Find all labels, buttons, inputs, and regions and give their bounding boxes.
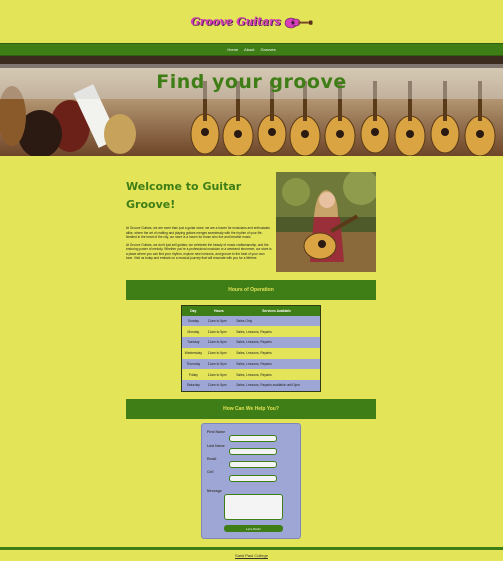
cell-hours: 11am to 5pm [204,347,234,359]
cell-hours: 11am to 5pm [204,337,234,348]
welcome-heading: Welcome to Guitar Groove! [126,180,242,211]
intro-paragraph-1: At Groove Guitars, we are more than just… [126,226,270,239]
main-nav: Home About Grooves [0,43,503,56]
cell-services: Sales, Lessons, Repairs [233,347,321,359]
site-header: Groove Guitars [0,0,503,43]
cell-services: Sales, Lessons, Repairs available until … [233,380,321,392]
header-hours: Hours [204,305,234,316]
contact-form: First Name Last Name Email Cell Message … [201,423,301,539]
guitarist-photo [276,172,376,272]
nav-link-about[interactable]: About [244,47,254,52]
cell-hours: 11am to 5pm [204,315,234,327]
cell-services: Sales Only [233,315,321,327]
hero-title: Find your groove [156,70,347,93]
site-logo[interactable]: Groove Guitars [190,15,313,29]
cell-hours: 11am to 5pm [204,369,234,381]
cell-day: Monday [181,326,205,338]
first-name-label: First Name [207,430,226,434]
cell-services: Sales, Lessons, Repairs [233,369,321,381]
last-name-input[interactable] [229,448,277,455]
intro-paragraph-2: At Groove Guitars, we don't just sell gu… [126,242,272,261]
logo-text: Groove Guitars [190,15,281,28]
header-services: Services Available [233,305,321,316]
cell-day: Friday [181,369,205,381]
submit-button[interactable]: Let's Rock! [224,525,283,532]
cell-input[interactable] [229,475,277,482]
message-textarea[interactable] [224,494,283,520]
table-row: Sunday 11am to 5pm Sales Only [181,315,321,327]
hours-section-title: Hours of Operation [126,280,376,300]
nav-link-grooves[interactable]: Grooves [261,47,276,52]
table-row: Saturday 11am to 5pm Sales, Lessons, Rep… [181,380,321,392]
table-row: Friday 11am to 5pm Sales, Lessons, Repai… [181,369,321,381]
cell-day: Sunday [181,315,205,327]
girl-with-guitar-image [276,172,376,272]
intro-text: At Groove Guitars, we are more than just… [126,226,272,264]
cell-hours: 11am to 5pm [204,380,234,392]
message-label: Message [207,489,222,493]
footer-link[interactable]: Saint Paul College [0,553,503,558]
cell-day: Thursday [181,358,205,370]
cell-label: Cell [207,470,214,474]
hero-banner: Find your groove [0,56,503,156]
cell-day: Tuesday [181,337,205,348]
cell-day: Wednesday [181,347,205,359]
hours-table: Day Hours Services Available Sunday 11am… [181,305,321,392]
table-row: Tuesday 11am to 5pm Sales, Lessons, Repa… [181,337,321,348]
cell-hours: 11am to 5pm [204,326,234,338]
guitar-logo-icon [284,17,313,28]
footer-divider [0,547,503,550]
email-label: Email [207,457,217,461]
last-name-label: Last Name [207,444,225,448]
table-row: Monday 11am to 5pm Sales, Lessons, Repai… [181,326,321,338]
cell-hours: 11am to 5pm [204,358,234,370]
cell-services: Sales, Lessons, Repairs [233,358,321,370]
table-row: Thursday 11am to 5pm Sales, Lessons, Rep… [181,358,321,370]
nav-link-home[interactable]: Home [227,47,238,52]
hero-title-band: Find your groove [0,64,503,99]
first-name-input[interactable] [229,435,277,442]
hours-table-header: Day Hours Services Available [181,305,321,316]
table-row: Wednesday 11am to 5pm Sales, Lessons, Re… [181,347,321,359]
help-section-title: How Can We Help You? [126,399,376,419]
email-input[interactable] [229,461,277,468]
header-day: Day [181,305,205,316]
cell-day: Saturday [181,380,205,392]
cell-services: Sales, Lessons, Repairs [233,326,321,338]
cell-services: Sales, Lessons, Repairs [233,337,321,348]
